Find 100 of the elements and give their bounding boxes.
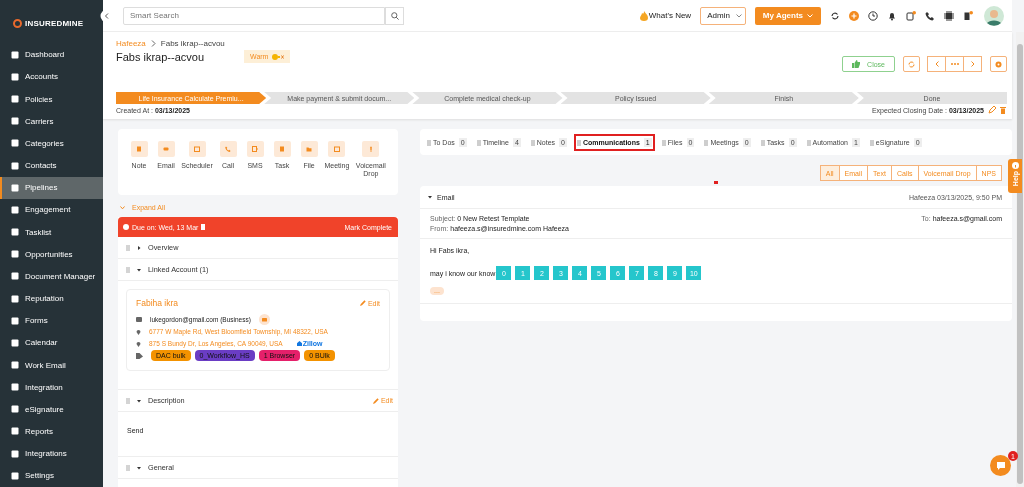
- whats-new-link[interactable]: What's New: [639, 10, 692, 21]
- chevron-icon: [150, 40, 156, 47]
- caret-icon: [428, 195, 432, 199]
- brand-name: INSUREDMINE: [25, 19, 84, 29]
- pencil-icon: [359, 300, 366, 307]
- clock-icon: [123, 224, 129, 231]
- menu-icon: [11, 117, 19, 126]
- phone-icon[interactable]: [925, 10, 935, 21]
- sidebar-item[interactable]: Accounts: [0, 65, 103, 89]
- action-icon: [162, 145, 170, 153]
- refresh-icon[interactable]: [830, 10, 840, 21]
- drag-handle-icon: [126, 244, 130, 251]
- sidebar-item[interactable]: Settings: [0, 464, 103, 487]
- flame-icon: [639, 10, 648, 21]
- sidebar-item[interactable]: Opportunities: [0, 243, 103, 266]
- menu-icon: [11, 338, 19, 347]
- chat-icon: [995, 460, 1006, 471]
- sidebar-item[interactable]: Document Manager: [0, 265, 103, 288]
- menu-icon: [11, 50, 19, 59]
- envelope-icon: [258, 314, 270, 326]
- sidebar-item[interactable]: Engagement: [0, 198, 103, 221]
- settings-button[interactable]: [990, 56, 1007, 72]
- drag-handle-icon: [661, 139, 666, 146]
- trash-icon: [1000, 106, 1006, 114]
- action-icon: [224, 145, 232, 153]
- location-pin-icon: [136, 328, 141, 335]
- sidebar-item[interactable]: Carriers: [0, 110, 103, 133]
- square-marker: [714, 181, 718, 184]
- sidebar-item[interactable]: Calendar: [0, 331, 103, 354]
- menu-icon: [11, 427, 19, 436]
- menu-icon: [11, 161, 19, 170]
- sidebar-item[interactable]: Reports: [0, 420, 103, 443]
- search-button[interactable]: [385, 6, 404, 25]
- drag-handle-icon: [760, 139, 765, 146]
- action-icon: [135, 145, 143, 153]
- drag-handle-icon: [704, 139, 709, 146]
- sidebar-item[interactable]: Policies: [0, 88, 103, 111]
- chevron-icon: [934, 61, 939, 67]
- menu-icon: [11, 205, 19, 214]
- refresh-button[interactable]: [903, 56, 920, 72]
- menu-icon: [11, 72, 19, 81]
- action-icon: [305, 145, 313, 153]
- sidebar-item[interactable]: Integrations: [0, 442, 103, 465]
- menu-icon: [11, 228, 19, 237]
- settings-icon: [995, 60, 1002, 68]
- drag-handle-icon: [126, 266, 130, 273]
- sidebar-item[interactable]: Forms: [0, 309, 103, 332]
- caret-icon: [137, 245, 141, 250]
- menu-icon: [11, 139, 19, 148]
- caret-icon: [807, 13, 813, 18]
- clock-icon[interactable]: [868, 10, 878, 21]
- sidebar-item[interactable]: Dashboard: [0, 43, 103, 66]
- location-pin-icon: [136, 340, 141, 347]
- menu-icon: [11, 294, 19, 303]
- drag-handle-icon: [806, 139, 811, 146]
- sidebar-item[interactable]: Integration: [0, 376, 103, 399]
- avatar-icon: [984, 5, 1004, 26]
- sidebar-item[interactable]: Contacts: [0, 154, 103, 177]
- drag-handle-icon: [530, 139, 535, 146]
- toggle-icon: [272, 53, 285, 60]
- sidebar-item[interactable]: Work Email: [0, 353, 103, 377]
- drag-handle-icon: [476, 139, 481, 146]
- drag-handle-icon: [869, 139, 874, 146]
- document-icon: [201, 224, 206, 231]
- search-icon: [390, 11, 399, 20]
- action-icon: [278, 145, 286, 153]
- sidebar-item[interactable]: Categories: [0, 132, 103, 155]
- bell-icon[interactable]: [887, 10, 897, 21]
- breadcrumb-item: Fabs ikrap--acvou: [160, 39, 225, 48]
- drag-handle-icon: [427, 139, 431, 146]
- next-button[interactable]: [963, 56, 982, 72]
- menu-icon: [11, 272, 19, 281]
- sidebar-item[interactable]: Tasklist: [0, 221, 103, 244]
- menu-icon: [11, 383, 19, 392]
- thumbs-up-icon: [852, 60, 861, 68]
- chip-icon[interactable]: [944, 10, 954, 21]
- role-dropdown[interactable]: Admin: [700, 6, 746, 25]
- sidebar-item[interactable]: Pipelines: [0, 176, 103, 199]
- scroll-thumb[interactable]: [1017, 44, 1023, 484]
- menu-icon: [11, 183, 19, 192]
- sidebar-item[interactable]: eSignature: [0, 398, 103, 421]
- pencil-icon: [372, 397, 379, 404]
- sidebar-item[interactable]: Reputation: [0, 287, 103, 310]
- pencil-icon: [988, 106, 996, 114]
- menu-icon: [11, 316, 19, 325]
- menu-icon: [11, 471, 19, 480]
- chevron-icon: [970, 61, 975, 67]
- caret-icon: [120, 205, 125, 210]
- tags-icon: [136, 352, 143, 359]
- device-icon[interactable]: [906, 10, 916, 21]
- refresh-icon: [908, 60, 915, 68]
- plus-icon[interactable]: [849, 10, 859, 21]
- menu-icon: [11, 405, 19, 414]
- drag-handle-icon: [126, 397, 130, 404]
- document-icon[interactable]: [963, 10, 973, 21]
- envelope-icon: [136, 317, 142, 323]
- search-field[interactable]: Smart Search: [123, 6, 385, 25]
- info-icon: [1011, 162, 1019, 169]
- menu-icon: [11, 361, 19, 369]
- action-icon: [251, 145, 259, 153]
